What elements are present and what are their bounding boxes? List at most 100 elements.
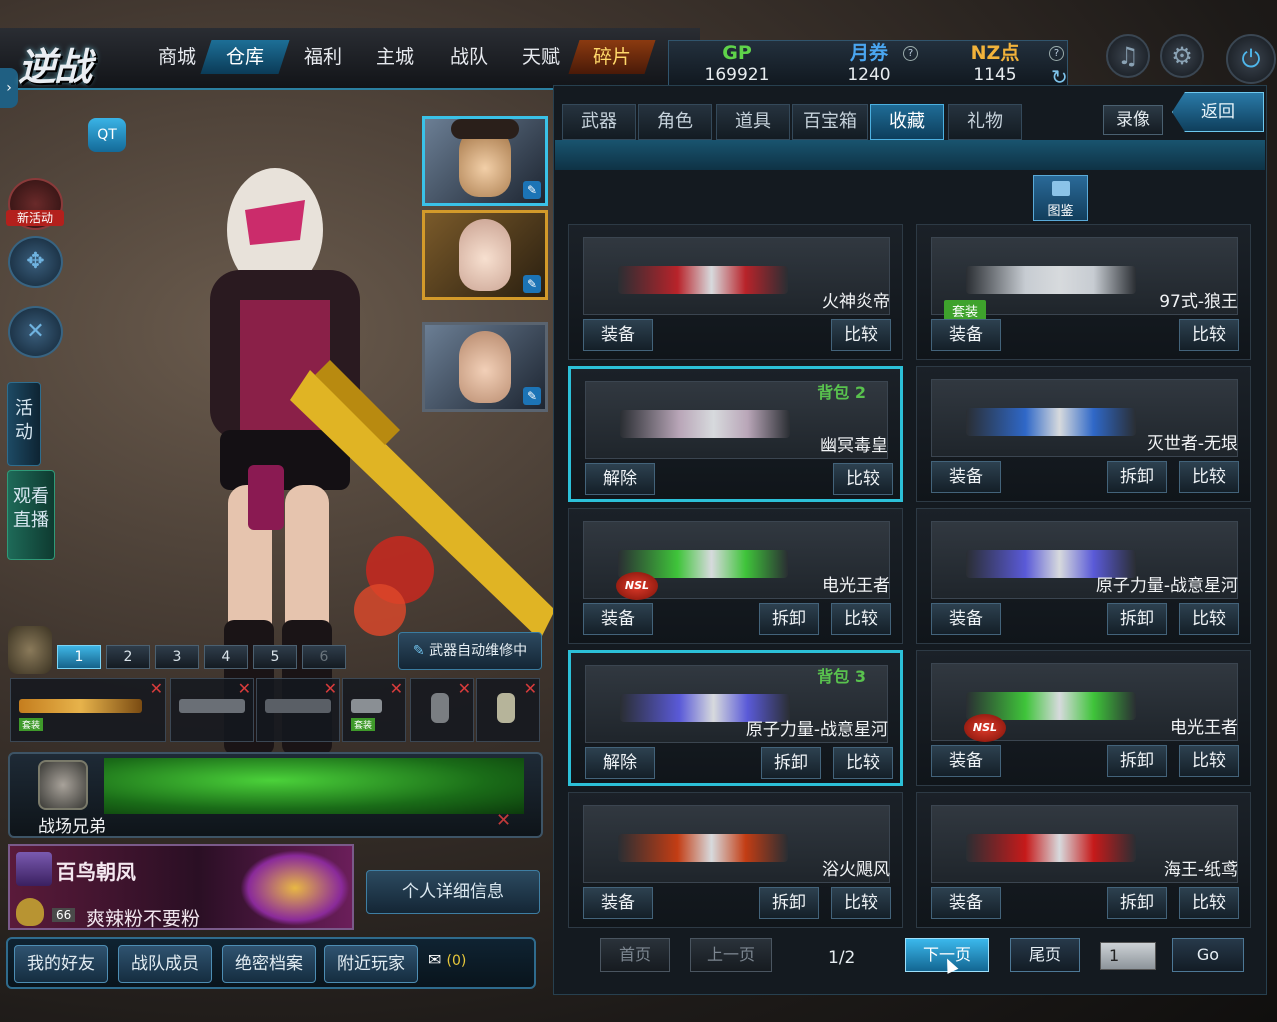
close-icon[interactable]: ✕ xyxy=(496,810,511,831)
weapon-card[interactable]: 原子力量-战意星河 装备 拆卸 比较 xyxy=(916,508,1251,644)
record-button[interactable]: 录像 xyxy=(1103,105,1163,135)
role-portrait-3[interactable]: ✎ xyxy=(422,322,548,412)
compare-button[interactable]: 比较 xyxy=(1179,319,1239,351)
compare-button[interactable]: 比较 xyxy=(833,463,893,495)
mail-button[interactable]: ✉ (0) xyxy=(428,950,488,974)
gamepad-icon[interactable]: ✥ xyxy=(8,236,63,288)
equip-button[interactable]: 装备 xyxy=(583,603,653,635)
remove-icon[interactable]: ✕ xyxy=(390,679,403,698)
backpack-slot-3[interactable]: 3 xyxy=(155,645,199,669)
tab-roles[interactable]: 角色 xyxy=(638,104,712,140)
weapon-card[interactable]: NSL 电光王者 装备 拆卸 比较 xyxy=(916,650,1251,786)
disassemble-button[interactable]: 拆卸 xyxy=(1107,887,1167,919)
weapon-slot-grenade[interactable]: ✕ xyxy=(410,678,474,742)
equip-button[interactable]: 装备 xyxy=(931,319,1001,351)
weapon-card[interactable]: 幽冥毒皇 背包 2 解除 比较 xyxy=(568,366,903,502)
backpack-slot-2[interactable]: 2 xyxy=(106,645,150,669)
weapon-card[interactable]: 浴火飓风 装备 拆卸 比较 xyxy=(568,792,903,928)
weapon-slot-melee[interactable]: 套装 ✕ xyxy=(342,678,406,742)
activity-tab[interactable]: 活动 xyxy=(7,382,41,466)
remove-icon[interactable]: ✕ xyxy=(238,679,251,698)
equip-button[interactable]: 解除 xyxy=(585,747,655,779)
compare-button[interactable]: 比较 xyxy=(831,603,891,635)
team-members-button[interactable]: 战队成员 xyxy=(118,945,212,983)
profile-detail-button[interactable]: 个人详细信息 xyxy=(366,870,540,914)
nav-main-city[interactable]: 主城 xyxy=(368,40,422,74)
nav-warehouse[interactable]: 仓库 xyxy=(200,40,290,74)
tab-collection[interactable]: 收藏 xyxy=(870,104,944,140)
role-portrait-1[interactable]: ✎ xyxy=(422,116,548,206)
compare-button[interactable]: 比较 xyxy=(1179,887,1239,919)
nav-talent[interactable]: 天赋 xyxy=(514,40,568,74)
equip-button[interactable]: 装备 xyxy=(583,887,653,919)
my-friends-button[interactable]: 我的好友 xyxy=(14,945,108,983)
backpack-slot-6[interactable]: 6 xyxy=(302,645,346,669)
illustrated-handbook-button[interactable]: 图鉴 xyxy=(1033,175,1088,221)
weapon-slot-pistol[interactable]: ✕ xyxy=(256,678,340,742)
weapon-slot-primary[interactable]: 套装 ✕ xyxy=(10,678,166,742)
equip-button[interactable]: 解除 xyxy=(585,463,655,495)
weapon-card[interactable]: 海王-纸鸢 装备 拆卸 比较 xyxy=(916,792,1251,928)
weapon-card[interactable]: 套装 97式-狼王 装备 比较 xyxy=(916,224,1251,360)
weapon-card[interactable]: NSL 电光王者 装备 拆卸 比较 xyxy=(568,508,903,644)
auto-repair-button[interactable]: ✎ 武器自动维修中 xyxy=(398,632,542,670)
compare-button[interactable]: 比较 xyxy=(831,887,891,919)
disassemble-button[interactable]: 拆卸 xyxy=(759,887,819,919)
nav-fragments[interactable]: 碎片 xyxy=(568,40,656,74)
disassemble-button[interactable]: 拆卸 xyxy=(1107,745,1167,777)
tab-items[interactable]: 道具 xyxy=(716,104,790,140)
disassemble-button[interactable]: 拆卸 xyxy=(759,603,819,635)
new-event-button[interactable]: 新活动 xyxy=(6,178,64,230)
remove-icon[interactable]: ✕ xyxy=(150,679,163,698)
equip-button[interactable]: 装备 xyxy=(931,603,1001,635)
disassemble-button[interactable]: 拆卸 xyxy=(1107,603,1167,635)
tab-weapons[interactable]: 武器 xyxy=(562,104,636,140)
remove-icon[interactable]: ✕ xyxy=(524,679,537,698)
weapon-slot-secondary[interactable]: ✕ xyxy=(170,678,254,742)
remove-icon[interactable]: ✕ xyxy=(458,679,471,698)
backpack-slot-1[interactable]: 1 xyxy=(57,645,101,669)
nearby-players-button[interactable]: 附近玩家 xyxy=(324,945,418,983)
disassemble-button[interactable]: 拆卸 xyxy=(761,747,821,779)
backpack-slot-4[interactable]: 4 xyxy=(204,645,248,669)
compare-button[interactable]: 比较 xyxy=(1179,745,1239,777)
month-help-icon[interactable]: ? xyxy=(903,46,918,61)
backpack-slot-5[interactable]: 5 xyxy=(253,645,297,669)
first-page-button[interactable]: 首页 xyxy=(600,938,670,972)
weapon-card[interactable]: 灭世者-无垠 装备 拆卸 比较 xyxy=(916,366,1251,502)
profile-card[interactable]: 百鸟朝凤 66 爽辣粉不要粉 xyxy=(8,844,354,930)
weapon-card[interactable]: 火神炎帝 装备 比较 xyxy=(568,224,903,360)
remove-icon[interactable]: ✕ xyxy=(324,679,337,698)
music-icon[interactable]: ♫ xyxy=(1106,34,1150,78)
disassemble-button[interactable]: 拆卸 xyxy=(1107,461,1167,493)
prev-page-button[interactable]: 上一页 xyxy=(690,938,772,972)
compare-button[interactable]: 比较 xyxy=(1179,461,1239,493)
go-button[interactable]: Go xyxy=(1172,938,1244,972)
equip-button[interactable]: 装备 xyxy=(931,745,1001,777)
watch-live-tab[interactable]: 观看直播 xyxy=(7,470,55,560)
role-portrait-2[interactable]: ✎ xyxy=(422,210,548,300)
equip-button[interactable]: 装备 xyxy=(931,461,1001,493)
nav-team[interactable]: 战队 xyxy=(442,40,496,74)
settings-gear-icon[interactable]: ⚙ xyxy=(1160,34,1204,78)
qq-chat-icon[interactable]: QT xyxy=(88,118,126,152)
compare-button[interactable]: 比较 xyxy=(833,747,893,779)
nz-help-icon[interactable]: ? xyxy=(1049,46,1064,61)
compare-button[interactable]: 比较 xyxy=(831,319,891,351)
equip-button[interactable]: 装备 xyxy=(931,887,1001,919)
nav-shop[interactable]: 商城 xyxy=(150,40,204,74)
weapon-slot-item[interactable]: ✕ xyxy=(476,678,540,742)
weapon-card[interactable]: 原子力量-战意星河 背包 3 解除 拆卸 比较 xyxy=(568,650,903,786)
tab-treasure-box[interactable]: 百宝箱 xyxy=(792,104,868,140)
last-page-button[interactable]: 尾页 xyxy=(1010,938,1080,972)
crossed-swords-icon[interactable]: ✕ xyxy=(8,306,63,358)
page-number-input[interactable]: 1 xyxy=(1100,942,1156,970)
nav-welfare[interactable]: 福利 xyxy=(296,40,350,74)
expand-arrow-icon[interactable]: › xyxy=(0,68,18,108)
back-button[interactable]: 返回 xyxy=(1172,92,1264,132)
equip-button[interactable]: 装备 xyxy=(583,319,653,351)
compare-button[interactable]: 比较 xyxy=(1179,603,1239,635)
power-icon[interactable]: ⏻ xyxy=(1226,34,1276,84)
tab-gifts[interactable]: 礼物 xyxy=(948,104,1022,140)
secret-files-button[interactable]: 绝密档案 xyxy=(222,945,316,983)
